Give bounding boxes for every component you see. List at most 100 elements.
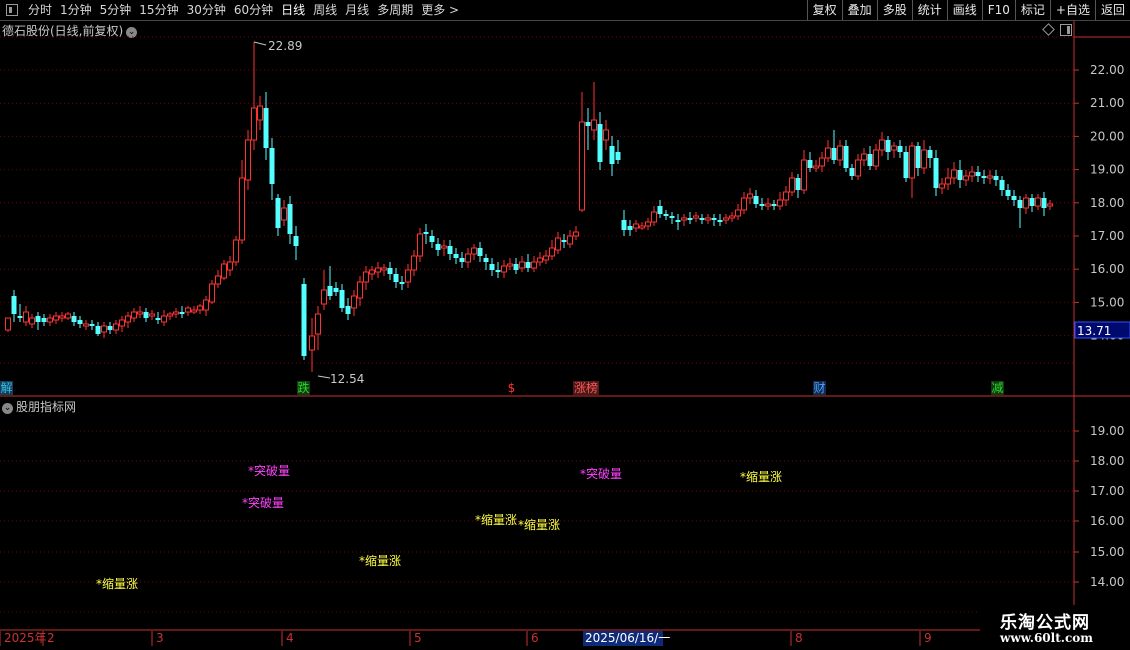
price-axis-label: 20.00 [1090,129,1124,143]
candle-body-up [645,221,651,227]
candle-body-down [35,316,41,322]
low-price-label: 12.54 [330,372,364,386]
price-axis-label: 22.00 [1090,63,1124,77]
candle-body-down [981,176,987,178]
candle-body-up [879,139,885,151]
candle-body-down [399,282,405,284]
candle-body-down [263,108,269,148]
sub-axis-label: 16.00 [1090,514,1124,528]
candle-body-up [537,257,543,263]
date-axis-label: 2 [47,631,55,645]
candle-body-down [753,196,759,204]
signal-label: *缩量涨 [96,576,138,591]
kline-chart[interactable]: 22.00 21.00 20.00 19.00 18.00 17.00 16.00 15.00… [0,0,1130,650]
candle-body-down [287,204,293,234]
low-marker-line [317,375,331,379]
candle-body-up [987,175,993,179]
candle-body-down [89,324,95,326]
candle-body-down [1011,196,1017,200]
date-axis-label: 9 [924,631,932,645]
candle-body-up [161,315,167,323]
candle-body-up [591,119,597,131]
candle-body-down [669,216,675,218]
date-axis-label: 3 [156,631,164,645]
candle-body-down [957,170,963,180]
candle-body-up [245,139,251,181]
candle-body-up [47,317,53,323]
candle-body-up [861,153,867,161]
candle-body-up [813,165,819,169]
current-price-label: 13.71 [1077,324,1111,338]
candle-body-up [735,209,741,217]
candle-body-up [167,313,173,317]
candle-body-up [351,295,357,309]
candle-body-down [771,204,777,206]
watermark-line1: 乐淘公式网 [1000,613,1090,633]
candle-body-up [363,271,369,283]
candle-body-up [191,309,197,313]
candle-body-down [897,146,903,152]
candle-body-down [11,296,17,314]
event-tag-text: $ [508,381,516,395]
candle-body-up [1035,197,1041,207]
candle-body-down [915,146,921,168]
candle-body-down [155,318,161,320]
candle-body-down [179,312,185,314]
candle-body-down [627,226,633,230]
candle-body-up [783,191,789,201]
candle-body-up [321,289,327,305]
candle-body-up [119,319,125,327]
candle-body-down [393,274,399,282]
candle-body-down [525,262,531,268]
candle-body-down [387,268,393,274]
candle-body-up [567,235,573,245]
candle-body-up [633,223,639,229]
candle-body-down [327,286,333,296]
candle-body-up [315,313,321,335]
candle-body-up [603,129,609,141]
signal-label: *突破量 [248,463,290,478]
candle-body-down [339,290,345,308]
date-axis-label: 8 [795,631,803,645]
candle-body-up [251,107,257,141]
candle-body-up [507,263,513,267]
event-tag-text: 解 [0,381,12,395]
candle-body-down [41,318,47,322]
candle-body-up [555,237,561,251]
candle-body-up [215,275,221,285]
candle-body-down [615,152,621,160]
candle-body-down [1005,190,1011,196]
price-axis-label: 15.00 [1090,295,1124,309]
candle-body-up [693,215,699,219]
candle-body-down [597,124,603,162]
signal-label: *突破量 [242,495,284,510]
candle-body-up [819,157,825,167]
candle-body-down [711,218,717,220]
sub-axis-label: 18.00 [1090,454,1124,468]
candle-body-up [855,159,861,177]
candle-body-up [1023,197,1029,209]
candle-body-up [777,199,783,207]
date-axis-label: 6 [531,631,539,645]
candle-body-up [741,197,747,211]
candle-body-down [429,236,435,242]
sub-axis-label: 15.00 [1090,545,1124,559]
candle-body-up [5,317,11,331]
candle-body-down [759,204,765,206]
candle-body-up [789,177,795,193]
candle-body-down [71,316,77,322]
candle-body-down [459,258,465,262]
candle-body-down [77,320,83,324]
candle-body-up [441,245,447,249]
candle-body-up [125,315,131,323]
candle-body-down [675,220,681,222]
candle-body-up [921,149,927,169]
candle-body-up [891,145,897,151]
candle-body-down [1041,198,1047,208]
sub-axis-label: 14.00 [1090,575,1124,589]
signal-label: *缩量涨 [740,469,782,484]
signal-label: *突破量 [580,466,622,481]
candle-body-up [233,239,239,263]
candle-body-up [765,203,771,207]
candle-body-up [909,145,915,179]
